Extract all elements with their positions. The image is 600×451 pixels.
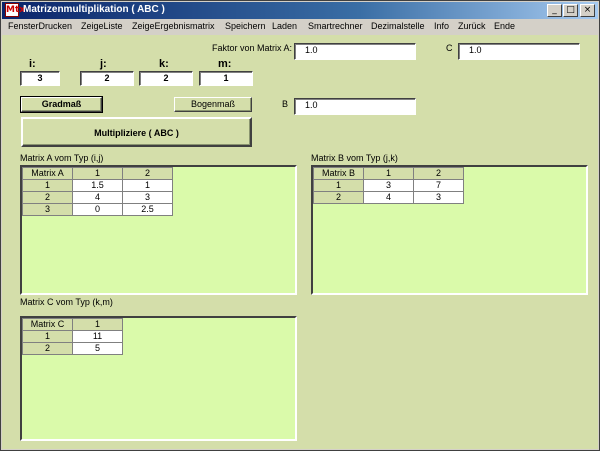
table-cell[interactable]: 3: [363, 179, 414, 192]
table-cell[interactable]: 3: [122, 191, 173, 204]
row-header: 1: [22, 179, 73, 192]
factor-b-label: B: [282, 99, 289, 109]
table-cell[interactable]: 2.5: [122, 203, 173, 216]
table-row: 1 1.5 1: [22, 179, 173, 192]
dim-label-m: m:: [218, 58, 232, 70]
table-cell[interactable]: 7: [413, 179, 464, 192]
row-header: 2: [22, 191, 73, 204]
table-cell[interactable]: 3: [413, 191, 464, 204]
table-cell[interactable]: 11: [72, 330, 123, 343]
matrix-a-table: Matrix A 1 2 1 1.5 1 2 4 3 3 0 2.5: [22, 167, 173, 216]
table-row: 2 4 3: [313, 191, 464, 204]
dim-label-i: i:: [29, 58, 36, 70]
table-header-row: Matrix C 1: [22, 318, 123, 331]
dim-label-j: j:: [100, 58, 107, 70]
column-header: 2: [413, 167, 464, 180]
dim-field-i[interactable]: 3: [20, 71, 60, 86]
menu-zurueck[interactable]: Zurück: [458, 21, 486, 31]
matrix-a-panel: Matrix A 1 2 1 1.5 1 2 4 3 3 0 2.5: [20, 165, 297, 295]
client-area: i: 3 j: 2 k: 2 m: 1 Faktor von Matrix A:…: [2, 35, 598, 449]
table-header-row: Matrix A 1 2: [22, 167, 173, 180]
table-cell[interactable]: 0: [72, 203, 123, 216]
bogenmass-button[interactable]: Bogenmaß: [174, 97, 252, 112]
column-header: Matrix B: [313, 167, 364, 180]
app-icon: Mtx: [5, 3, 26, 17]
row-header: 2: [313, 191, 364, 204]
column-header: 1: [72, 167, 123, 180]
row-header: 1: [313, 179, 364, 192]
matrix-c-panel: Matrix C 1 1 11 2 5: [20, 316, 297, 441]
row-header: 3: [22, 203, 73, 216]
table-row: 2 5: [22, 342, 123, 355]
column-header: 1: [363, 167, 414, 180]
menu-bar: FensterDrucken ZeigeListe ZeigeErgebnism…: [2, 19, 598, 34]
menu-zeigeliste[interactable]: ZeigeListe: [81, 21, 123, 31]
matrix-c-caption: Matrix C vom Typ (k,m): [20, 297, 113, 307]
close-button[interactable]: ×: [580, 4, 595, 17]
window-title: Matrizenmultiplikation ( ABC ): [23, 4, 165, 15]
column-header: 2: [122, 167, 173, 180]
dim-label-k: k:: [159, 58, 169, 70]
table-row: 3 0 2.5: [22, 203, 173, 216]
matrix-c-table: Matrix C 1 1 11 2 5: [22, 318, 123, 355]
factor-b-field[interactable]: 1.0: [294, 98, 416, 115]
table-cell[interactable]: 5: [72, 342, 123, 355]
maximize-button[interactable]: □: [563, 4, 578, 17]
matrix-b-panel: Matrix B 1 2 1 3 7 2 4 3: [311, 165, 588, 295]
factor-c-label: C: [446, 43, 453, 53]
table-row: 1 3 7: [313, 179, 464, 192]
matrix-a-caption: Matrix A vom Typ (i,j): [20, 153, 104, 163]
factor-a-label: Faktor von Matrix A:: [212, 43, 293, 53]
menu-laden[interactable]: Laden: [272, 21, 297, 31]
menu-zeigeergebnismatrix[interactable]: ZeigeErgebnismatrix: [132, 21, 215, 31]
menu-smartrechner[interactable]: Smartrechner: [308, 21, 363, 31]
column-header: Matrix A: [22, 167, 73, 180]
dim-field-m[interactable]: 1: [199, 71, 253, 86]
table-cell[interactable]: 1: [122, 179, 173, 192]
matrix-b-table: Matrix B 1 2 1 3 7 2 4 3: [313, 167, 464, 204]
multiply-button[interactable]: Multipliziere ( ABC ): [21, 117, 252, 147]
menu-fensterdrucken[interactable]: FensterDrucken: [8, 21, 72, 31]
title-bar[interactable]: Mtx Matrizenmultiplikation ( ABC ) _ □ ×: [2, 2, 598, 19]
menu-dezimalstelle[interactable]: Dezimalstelle: [371, 21, 425, 31]
matrix-b-caption: Matrix B vom Typ (j,k): [311, 153, 398, 163]
factor-a-field[interactable]: 1.0: [294, 43, 416, 60]
table-cell[interactable]: 4: [72, 191, 123, 204]
dim-field-k[interactable]: 2: [139, 71, 193, 86]
column-header: 1: [72, 318, 123, 331]
factor-c-field[interactable]: 1.0: [458, 43, 580, 60]
table-header-row: Matrix B 1 2: [313, 167, 464, 180]
row-header: 1: [22, 330, 73, 343]
table-row: 2 4 3: [22, 191, 173, 204]
menu-info[interactable]: Info: [434, 21, 449, 31]
table-row: 1 11: [22, 330, 123, 343]
table-cell[interactable]: 4: [363, 191, 414, 204]
row-header: 2: [22, 342, 73, 355]
table-cell[interactable]: 1.5: [72, 179, 123, 192]
main-window: Mtx Matrizenmultiplikation ( ABC ) _ □ ×…: [0, 0, 600, 451]
menu-speichern[interactable]: Speichern: [225, 21, 266, 31]
minimize-button[interactable]: _: [547, 4, 562, 17]
gradmass-button[interactable]: Gradmaß: [20, 96, 103, 113]
column-header: Matrix C: [22, 318, 73, 331]
menu-ende[interactable]: Ende: [494, 21, 515, 31]
dim-field-j[interactable]: 2: [80, 71, 134, 86]
